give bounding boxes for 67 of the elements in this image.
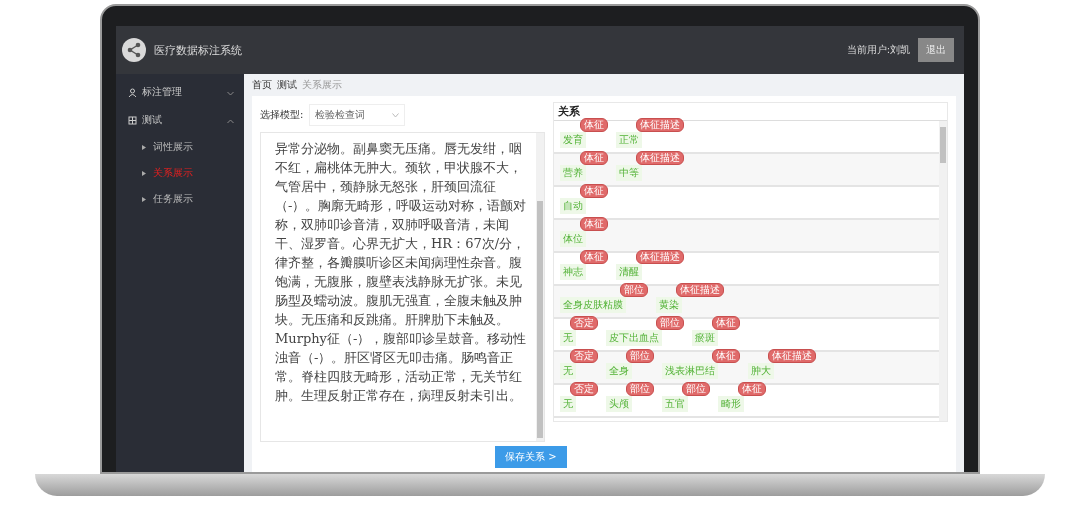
entity-type-badge: 体征描述 <box>636 118 684 132</box>
entity-tag[interactable]: 皮下出血点 <box>606 330 662 346</box>
entity-type-badge: 体征描述 <box>636 250 684 264</box>
entity-tag[interactable]: 肿大 <box>748 363 774 379</box>
entity-type-badge: 部位 <box>656 316 684 330</box>
breadcrumb-link[interactable]: 测试 <box>277 78 297 92</box>
sidebar-item[interactable]: 标注管理 <box>116 78 244 106</box>
entity-type-badge: 体征 <box>580 184 608 198</box>
entity-type-badge: 体征描述 <box>768 349 816 363</box>
save-relations-button[interactable]: 保存关系 > <box>495 446 567 468</box>
entity-tag[interactable]: 无 <box>560 363 576 379</box>
entity-type-badge: 否定 <box>570 382 598 396</box>
entity-type-badge: 部位 <box>620 283 648 297</box>
entity-tag[interactable]: 神志 <box>560 264 586 280</box>
app-title: 医疗数据标注系统 <box>154 42 242 58</box>
entity-tag[interactable]: 体位 <box>560 231 586 247</box>
scrollbar[interactable] <box>536 133 544 441</box>
entity-type-badge: 体征 <box>712 349 740 363</box>
model-select[interactable]: 检验检查词 <box>309 104 406 126</box>
entity-type-badge: 部位 <box>626 382 654 396</box>
entity-type-badge: 体征 <box>580 151 608 165</box>
entity-type-badge: 部位 <box>682 382 710 396</box>
sidebar-subitem[interactable]: 关系展示 <box>116 160 244 186</box>
entity-tag[interactable]: 畸形 <box>718 396 744 412</box>
entity-tag[interactable]: 无 <box>560 330 576 346</box>
entity-tag[interactable]: 无 <box>560 396 576 412</box>
entity-type-badge: 部位 <box>626 349 654 363</box>
model-label: 选择模型: <box>260 108 304 122</box>
caret-icon <box>142 170 146 176</box>
person-icon <box>128 87 137 97</box>
entity-tag[interactable]: 浅表淋巴结 <box>662 363 718 379</box>
caret-icon <box>142 196 146 202</box>
entity-type-badge: 体征 <box>580 217 608 231</box>
current-user: 当前用户:刘凯 <box>846 43 910 57</box>
entity-tag[interactable]: 自动 <box>560 198 586 214</box>
caret-icon <box>392 112 400 118</box>
sidebar-subitem[interactable]: 任务展示 <box>116 186 244 212</box>
entity-type-badge: 体征 <box>738 382 766 396</box>
entity-type-badge: 体征描述 <box>636 151 684 165</box>
entity-tag[interactable]: 全身皮肤粘膜 <box>560 297 626 313</box>
document-text: 异常分泌物。副鼻窦无压痛。唇无发绀，咽不红，扁桃体无肿大。颈软，甲状腺不大，气管居中，颈静脉无怒张，肝颈回流征（-）。胸廓无畸形，呼吸运动对称，语颤对称，双肺叩诊音清，双肺呼吸音清，未闻干、湿罗音。心界无扩大，HR：67次/分，律齐整，各瓣膜听诊区未闻病理性杂音。腹饱满，无腹胀，腹壁表浅静脉无扩张。未见肠型及蠕动波。腹肌无强直，全腹未触及肿块。无压痛和反跳痛。肝脾肋下未触及。Murphy征（-），腹部叩诊呈鼓音。移动性浊音（-）。肝区肾区无叩击痛。肠鸣音正常。脊柱四肢无畸形，活动正常，无关节红肿。生理反射正常存在，病理反射未引出。 <box>274 140 528 405</box>
breadcrumb-link[interactable]: 首页 <box>252 78 272 92</box>
share-logo-icon <box>122 38 146 62</box>
entity-tag[interactable]: 正常 <box>616 132 642 148</box>
entity-tag[interactable]: 五官 <box>662 396 688 412</box>
sidebar-subitem[interactable]: 词性展示 <box>116 134 244 160</box>
entity-tag[interactable]: 清醒 <box>616 264 642 280</box>
entity-type-badge: 否定 <box>570 349 598 363</box>
entity-tag[interactable]: 全身 <box>606 363 632 379</box>
entity-type-badge: 体征 <box>712 316 740 330</box>
entity-tag[interactable]: 瘀斑 <box>692 330 718 346</box>
entity-tag[interactable]: 头颅 <box>606 396 632 412</box>
entity-type-badge: 体征 <box>580 250 608 264</box>
scrollbar[interactable] <box>939 121 947 421</box>
logout-button[interactable]: 退出 <box>918 38 954 62</box>
entity-type-badge: 体征描述 <box>676 283 724 297</box>
entity-tag[interactable]: 营养 <box>560 165 586 181</box>
entity-tag[interactable]: 黄染 <box>656 297 682 313</box>
chevron-icon <box>227 90 234 96</box>
entity-tag[interactable]: 中等 <box>616 165 642 181</box>
entity-type-badge: 体征 <box>580 118 608 132</box>
chevron-icon <box>227 118 234 124</box>
caret-icon <box>142 144 146 150</box>
sidebar-item[interactable]: 测试 <box>116 106 244 134</box>
entity-type-badge: 否定 <box>570 316 598 330</box>
grid-icon <box>128 115 137 125</box>
entity-tag[interactable]: 发育 <box>560 132 586 148</box>
